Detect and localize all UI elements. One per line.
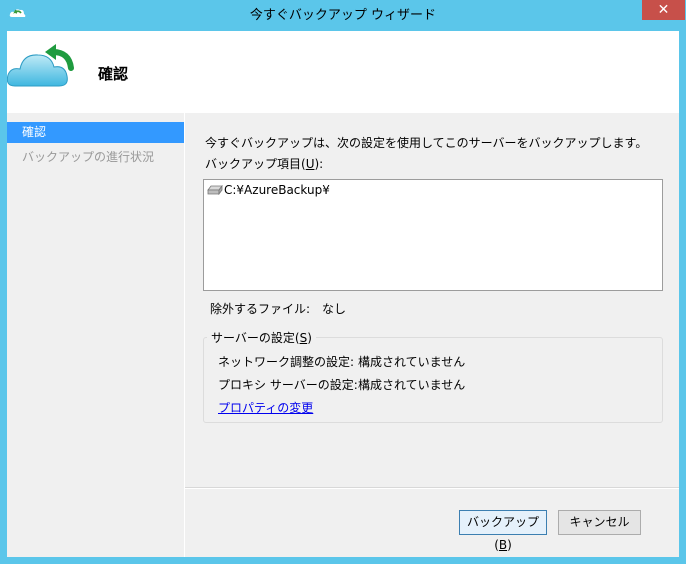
- network-throttling-label: ネットワーク調整の設定:: [218, 355, 355, 369]
- network-throttling-value: 構成されていません: [358, 355, 466, 369]
- change-properties-link[interactable]: プロパティの変更: [218, 399, 313, 416]
- server-settings-title: サーバーの設定(S): [207, 329, 316, 346]
- proxy-server-value: 構成されていません: [358, 378, 466, 392]
- wizard-banner: 確認: [7, 31, 679, 112]
- title-bar[interactable]: 今すぐバックアップ ウィザード ✕: [0, 0, 686, 31]
- backup-button[interactable]: バックアップ(B): [459, 510, 547, 552]
- wizard-window: 今すぐバックアップ ウィザード ✕ 確認 確認 バックアップの進行状況 今すぐバ…: [0, 0, 686, 564]
- nav-item-confirm[interactable]: 確認: [7, 122, 184, 143]
- excluded-files-value: なし: [322, 302, 347, 316]
- wizard-client: 確認 確認 バックアップの進行状況 今すぐバックアップは、次の設定を使用してこの…: [7, 31, 679, 557]
- backup-items-label: バックアップ項目(U):: [205, 157, 324, 171]
- banner-title: 確認: [98, 65, 129, 83]
- drive-icon: [207, 185, 223, 195]
- footer-separator: [185, 487, 679, 489]
- wizard-main: 今すぐバックアップは、次の設定を使用してこのサーバーをバックアップします。 バッ…: [185, 113, 679, 557]
- nav-item-progress[interactable]: バックアップの進行状況: [7, 147, 184, 168]
- excluded-files-label: 除外するファイル:: [210, 302, 311, 316]
- page-description: 今すぐバックアップは、次の設定を使用してこのサーバーをバックアップします。: [205, 136, 648, 150]
- proxy-server-label: プロキシ サーバーの設定:: [218, 378, 358, 392]
- window-title: 今すぐバックアップ ウィザード: [249, 8, 437, 23]
- cloud-backup-icon: [7, 44, 74, 87]
- cancel-button[interactable]: キャンセル: [558, 510, 641, 535]
- backup-items-list[interactable]: C:¥AzureBackup¥: [203, 179, 663, 291]
- wizard-nav: 確認 バックアップの進行状況: [7, 113, 184, 557]
- close-button[interactable]: ✕: [642, 0, 685, 20]
- list-item-label: C:¥AzureBackup¥: [224, 183, 330, 197]
